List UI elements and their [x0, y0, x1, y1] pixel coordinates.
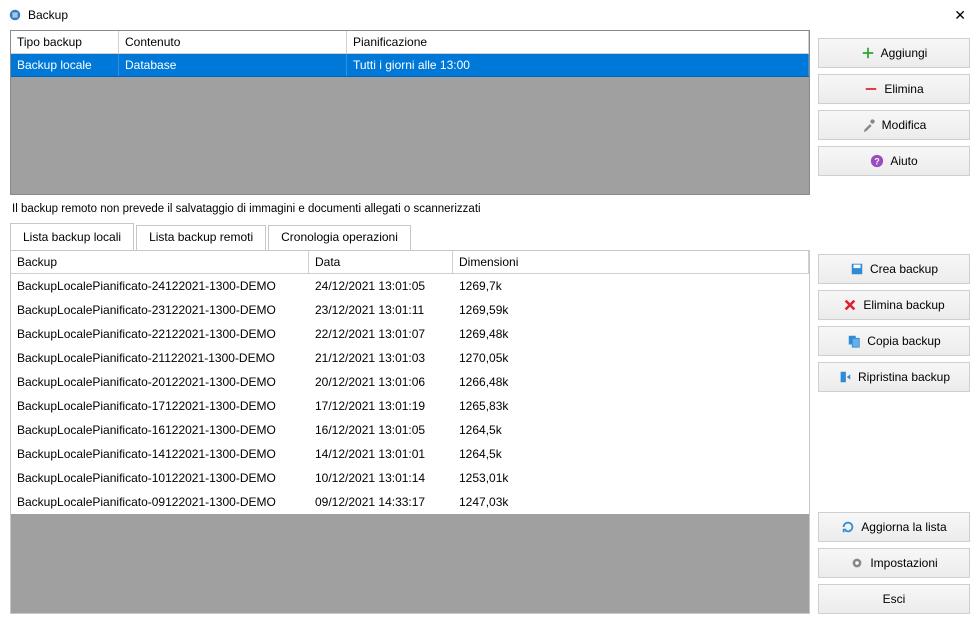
- cell-contenuto: Database: [119, 54, 347, 76]
- elimina-backup-button[interactable]: Elimina backup: [818, 290, 970, 320]
- aggiungi-button[interactable]: Aggiungi: [818, 38, 970, 68]
- button-label: Aggiungi: [881, 46, 928, 60]
- cell-backup: BackupLocalePianificato-23122021-1300-DE…: [11, 298, 309, 322]
- tab-lista-remoti[interactable]: Lista backup remoti: [136, 225, 266, 250]
- cell-backup: BackupLocalePianificato-09122021-1300-DE…: [11, 490, 309, 514]
- cell-dimensioni: 1264,5k: [453, 418, 809, 442]
- gear-icon: [850, 556, 864, 570]
- svg-text:?: ?: [875, 157, 880, 167]
- titlebar: Backup ✕: [0, 0, 980, 30]
- cell-backup: BackupLocalePianificato-21122021-1300-DE…: [11, 346, 309, 370]
- list-row[interactable]: BackupLocalePianificato-09122021-1300-DE…: [11, 490, 809, 514]
- tab-lista-locali[interactable]: Lista backup locali: [10, 223, 134, 250]
- cell-backup: BackupLocalePianificato-24122021-1300-DE…: [11, 274, 309, 298]
- cell-tipo: Backup locale: [11, 54, 119, 76]
- wrench-icon: [862, 118, 876, 132]
- copy-icon: [847, 334, 861, 348]
- ripristina-backup-button[interactable]: Ripristina backup: [818, 362, 970, 392]
- col-pianificazione-header[interactable]: Pianificazione: [347, 31, 809, 53]
- cell-data: 16/12/2021 13:01:05: [309, 418, 453, 442]
- close-icon[interactable]: ✕: [948, 7, 972, 24]
- cell-data: 22/12/2021 13:01:07: [309, 322, 453, 346]
- cell-dimensioni: 1269,7k: [453, 274, 809, 298]
- button-label: Esci: [883, 592, 906, 606]
- button-label: Elimina: [884, 82, 923, 96]
- cell-data: 14/12/2021 13:01:01: [309, 442, 453, 466]
- config-table-row[interactable]: Backup locale Database Tutti i giorni al…: [11, 54, 809, 77]
- cell-backup: BackupLocalePianificato-20122021-1300-DE…: [11, 370, 309, 394]
- list-row[interactable]: BackupLocalePianificato-17122021-1300-DE…: [11, 394, 809, 418]
- cell-backup: BackupLocalePianificato-17122021-1300-DE…: [11, 394, 309, 418]
- minus-icon: [864, 82, 878, 96]
- app-icon: [8, 8, 28, 22]
- aggiorna-lista-button[interactable]: Aggiorna la lista: [818, 512, 970, 542]
- button-label: Ripristina backup: [858, 370, 950, 384]
- button-label: Impostazioni: [870, 556, 937, 570]
- list-row[interactable]: BackupLocalePianificato-23122021-1300-DE…: [11, 298, 809, 322]
- col-data-header[interactable]: Data: [309, 251, 453, 273]
- cell-dimensioni: 1253,01k: [453, 466, 809, 490]
- help-icon: ?: [870, 154, 884, 168]
- cell-dimensioni: 1266,48k: [453, 370, 809, 394]
- esci-button[interactable]: Esci: [818, 584, 970, 614]
- cell-dimensioni: 1269,59k: [453, 298, 809, 322]
- col-dimensioni-header[interactable]: Dimensioni: [453, 251, 809, 273]
- window-title: Backup: [28, 8, 68, 22]
- cell-backup: BackupLocalePianificato-22122021-1300-DE…: [11, 322, 309, 346]
- cell-data: 10/12/2021 13:01:14: [309, 466, 453, 490]
- cell-backup: BackupLocalePianificato-14122021-1300-DE…: [11, 442, 309, 466]
- button-label: Crea backup: [870, 262, 938, 276]
- button-label: Modifica: [882, 118, 927, 132]
- button-label: Aiuto: [890, 154, 917, 168]
- config-table-header: Tipo backup Contenuto Pianificazione: [11, 31, 809, 54]
- tab-strip: Lista backup locali Lista backup remoti …: [10, 223, 810, 250]
- impostazioni-button[interactable]: Impostazioni: [818, 548, 970, 578]
- col-tipo-header[interactable]: Tipo backup: [11, 31, 119, 53]
- cell-data: 23/12/2021 13:01:11: [309, 298, 453, 322]
- col-contenuto-header[interactable]: Contenuto: [119, 31, 347, 53]
- list-row[interactable]: BackupLocalePianificato-22122021-1300-DE…: [11, 322, 809, 346]
- crea-backup-button[interactable]: Crea backup: [818, 254, 970, 284]
- list-row[interactable]: BackupLocalePianificato-24122021-1300-DE…: [11, 274, 809, 298]
- plus-icon: [861, 46, 875, 60]
- cell-backup: BackupLocalePianificato-16122021-1300-DE…: [11, 418, 309, 442]
- tab-cronologia[interactable]: Cronologia operazioni: [268, 225, 411, 250]
- list-header: Backup Data Dimensioni: [11, 251, 809, 274]
- col-backup-header[interactable]: Backup: [11, 251, 309, 273]
- button-label: Elimina backup: [863, 298, 944, 312]
- aiuto-button[interactable]: ? Aiuto: [818, 146, 970, 176]
- backup-config-table: Tipo backup Contenuto Pianificazione Bac…: [10, 30, 810, 195]
- cell-dimensioni: 1269,48k: [453, 322, 809, 346]
- cell-dimensioni: 1265,83k: [453, 394, 809, 418]
- cell-dimensioni: 1270,05k: [453, 346, 809, 370]
- backup-list-panel: Backup Data Dimensioni BackupLocalePiani…: [10, 250, 810, 614]
- sidebar-buttons: Aggiungi Elimina Modifica ? Aiuto Crea b…: [818, 30, 970, 614]
- list-row[interactable]: BackupLocalePianificato-16122021-1300-DE…: [11, 418, 809, 442]
- backup-window: Backup ✕ Tipo backup Contenuto Pianifica…: [0, 0, 980, 624]
- cell-data: 20/12/2021 13:01:06: [309, 370, 453, 394]
- list-row[interactable]: BackupLocalePianificato-20122021-1300-DE…: [11, 370, 809, 394]
- cell-data: 09/12/2021 14:33:17: [309, 490, 453, 514]
- restore-icon: [838, 370, 852, 384]
- delete-icon: [843, 298, 857, 312]
- cell-data: 21/12/2021 13:01:03: [309, 346, 453, 370]
- cell-data: 24/12/2021 13:01:05: [309, 274, 453, 298]
- button-label: Aggiorna la lista: [861, 520, 946, 534]
- list-row[interactable]: BackupLocalePianificato-21122021-1300-DE…: [11, 346, 809, 370]
- modifica-button[interactable]: Modifica: [818, 110, 970, 140]
- list-row[interactable]: BackupLocalePianificato-10122021-1300-DE…: [11, 466, 809, 490]
- disk-icon: [850, 262, 864, 276]
- remote-backup-note: Il backup remoto non prevede il salvatag…: [10, 195, 810, 223]
- cell-pianificazione: Tutti i giorni alle 13:00: [347, 54, 809, 76]
- button-label: Copia backup: [867, 334, 940, 348]
- elimina-button[interactable]: Elimina: [818, 74, 970, 104]
- cell-dimensioni: 1247,03k: [453, 490, 809, 514]
- refresh-icon: [841, 520, 855, 534]
- cell-dimensioni: 1264,5k: [453, 442, 809, 466]
- copia-backup-button[interactable]: Copia backup: [818, 326, 970, 356]
- list-row[interactable]: BackupLocalePianificato-14122021-1300-DE…: [11, 442, 809, 466]
- cell-data: 17/12/2021 13:01:19: [309, 394, 453, 418]
- cell-backup: BackupLocalePianificato-10122021-1300-DE…: [11, 466, 309, 490]
